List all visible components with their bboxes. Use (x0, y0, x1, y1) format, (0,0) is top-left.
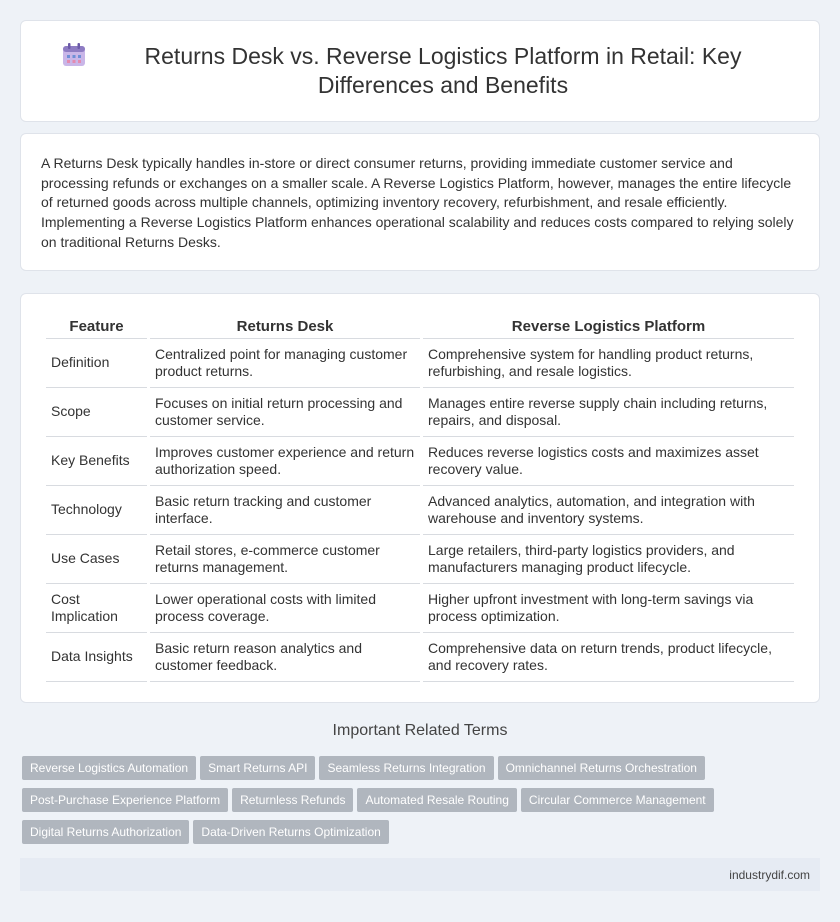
header-reverse-logistics-platform: Reverse Logistics Platform (423, 314, 794, 339)
related-term-tag[interactable]: Data-Driven Returns Optimization (193, 820, 389, 844)
related-term-tag[interactable]: Post-Purchase Experience Platform (22, 788, 229, 812)
table-row: Scope Focuses on initial return processi… (46, 388, 794, 437)
page-title: Returns Desk vs. Reverse Logistics Platf… (144, 43, 742, 98)
returns-desk-cell: Focuses on initial return processing and… (150, 388, 420, 437)
related-term-tag[interactable]: Reverse Logistics Automation (22, 756, 197, 780)
related-term-tag[interactable]: Smart Returns API (200, 756, 316, 780)
platform-cell: Higher upfront investment with long-term… (423, 584, 794, 633)
comparison-table: Feature Returns Desk Reverse Logistics P… (43, 314, 797, 682)
related-term-tag[interactable]: Circular Commerce Management (520, 788, 714, 812)
title-card: Returns Desk vs. Reverse Logistics Platf… (20, 20, 820, 122)
table-row: Key Benefits Improves customer experienc… (46, 437, 794, 486)
footer: industrydif.com (20, 858, 820, 891)
feature-cell: Definition (46, 339, 147, 388)
related-terms-section: Important Related Terms (20, 722, 820, 754)
feature-cell: Use Cases (46, 535, 147, 584)
returns-desk-cell: Retail stores, e-commerce customer retur… (150, 535, 420, 584)
related-terms-tags: Reverse Logistics Automation Smart Return… (22, 756, 822, 852)
feature-cell: Data Insights (46, 633, 147, 682)
header-returns-desk: Returns Desk (150, 314, 420, 339)
returns-desk-cell: Lower operational costs with limited pro… (150, 584, 420, 633)
intro-card: A Returns Desk typically handles in-stor… (20, 133, 820, 271)
feature-cell: Cost Implication (46, 584, 147, 633)
feature-cell: Technology (46, 486, 147, 535)
platform-cell: Comprehensive data on return trends, pro… (423, 633, 794, 682)
table-row: Technology Basic return tracking and cus… (46, 486, 794, 535)
header-feature: Feature (46, 314, 147, 339)
comparison-table-card: Feature Returns Desk Reverse Logistics P… (20, 293, 820, 703)
returns-desk-cell: Basic return tracking and customer inter… (150, 486, 420, 535)
related-term-tag[interactable]: Omnichannel Returns Orchestration (497, 756, 705, 780)
platform-cell: Advanced analytics, automation, and inte… (423, 486, 794, 535)
table-row: Use Cases Retail stores, e-commerce cust… (46, 535, 794, 584)
returns-desk-cell: Basic return reason analytics and custom… (150, 633, 420, 682)
footer-site-link[interactable]: industrydif.com (729, 868, 810, 882)
platform-cell: Manages entire reverse supply chain incl… (423, 388, 794, 437)
returns-desk-cell: Centralized point for managing customer … (150, 339, 420, 388)
table-row: Cost Implication Lower operational costs… (46, 584, 794, 633)
related-term-tag[interactable]: Seamless Returns Integration (319, 756, 494, 780)
platform-cell: Comprehensive system for handling produc… (423, 339, 794, 388)
feature-cell: Scope (46, 388, 147, 437)
table-header-row: Feature Returns Desk Reverse Logistics P… (46, 314, 794, 339)
calendar-icon (63, 43, 85, 66)
table-row: Data Insights Basic return reason analyt… (46, 633, 794, 682)
related-term-tag[interactable]: Digital Returns Authorization (22, 820, 190, 844)
feature-cell: Key Benefits (46, 437, 147, 486)
intro-paragraph: A Returns Desk typically handles in-stor… (41, 155, 794, 250)
related-term-tag[interactable]: Automated Resale Routing (357, 788, 517, 812)
platform-cell: Large retailers, third-party logistics p… (423, 535, 794, 584)
table-row: Definition Centralized point for managin… (46, 339, 794, 388)
related-terms-heading: Important Related Terms (332, 722, 508, 739)
related-term-tag[interactable]: Returnless Refunds (232, 788, 354, 812)
returns-desk-cell: Improves customer experience and return … (150, 437, 420, 486)
platform-cell: Reduces reverse logistics costs and maxi… (423, 437, 794, 486)
